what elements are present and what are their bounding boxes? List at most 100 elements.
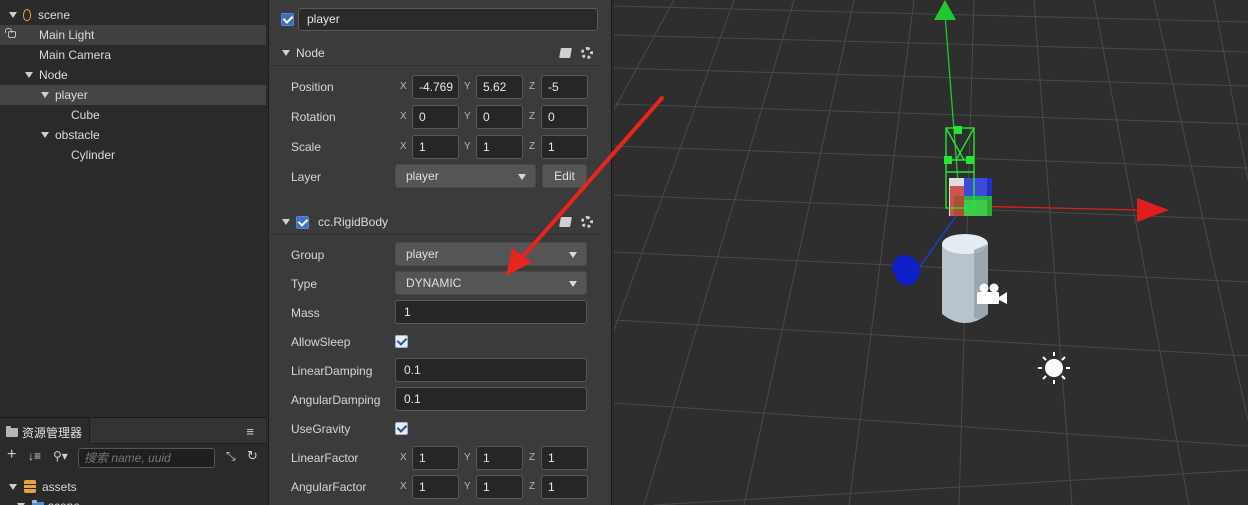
node-active-checkbox[interactable] (281, 13, 294, 26)
tree-item-node[interactable]: Node (0, 65, 266, 85)
scene-viewport[interactable] (614, 0, 1248, 505)
mass-label: Mass (291, 306, 320, 320)
position-y-field[interactable]: 5.62 (476, 75, 523, 99)
rigidbody-enabled-checkbox[interactable] (296, 216, 309, 229)
angular-factor-y-field[interactable]: 1 (476, 475, 523, 499)
sort-icon[interactable]: ↓≡ (28, 449, 41, 463)
database-icon (24, 480, 36, 493)
camera-icon[interactable] (977, 283, 1007, 305)
expand-arrow-icon[interactable] (9, 12, 17, 18)
tree-item-label: Node (39, 68, 68, 82)
rotation-x-field[interactable]: 0 (412, 105, 459, 129)
tree-item-scene[interactable]: scene (0, 5, 266, 25)
assets-panel: 资源管理器 ≡ + ↓≡ ⚲▾ ⤡ ↻ assets scene (0, 417, 266, 505)
hierarchy-panel: scene Main Light Main Camera Node player… (0, 0, 266, 414)
axis-y-label: Y (464, 452, 471, 463)
scale-z-field[interactable]: 1 (541, 135, 588, 159)
rigidbody-section-header[interactable]: cc.RigidBody (268, 209, 600, 235)
sun-icon[interactable] (1038, 352, 1070, 384)
refresh-icon[interactable]: ↻ (247, 448, 258, 464)
angular-factor-z-field[interactable]: 1 (541, 475, 588, 499)
linear-damping-label: LinearDamping (291, 364, 373, 378)
gizmo-y-handle[interactable] (934, 0, 956, 20)
axis-z-label: Z (529, 141, 536, 152)
wireframe-handle[interactable] (966, 156, 974, 164)
expand-arrow-icon[interactable] (41, 132, 49, 138)
tree-item-obstacle[interactable]: obstacle (0, 125, 266, 145)
tree-item-assets[interactable]: assets (0, 477, 266, 497)
type-label: Type (291, 277, 318, 291)
mass-field[interactable]: 1 (395, 300, 587, 324)
gear-icon[interactable] (581, 216, 593, 228)
tree-item-main-camera[interactable]: Main Camera (0, 45, 266, 65)
chevron-down-icon (518, 174, 526, 180)
layer-edit-button[interactable]: Edit (542, 164, 587, 188)
cylinder-shading (974, 244, 988, 319)
type-select[interactable]: DYNAMIC (395, 271, 587, 295)
linear-damping-field[interactable]: 0.1 (395, 358, 587, 382)
expand-arrow-icon[interactable] (41, 92, 49, 98)
axis-y-label: Y (464, 81, 471, 92)
rotation-y-field[interactable]: 0 (476, 105, 523, 129)
linear-factor-z-field[interactable]: 1 (541, 446, 588, 470)
axis-y-label: Y (464, 141, 471, 152)
tree-item-scene-folder[interactable]: scene (0, 496, 266, 505)
grid-lines (614, 0, 1248, 505)
wireframe-handle[interactable] (954, 126, 962, 134)
lock-icon[interactable] (5, 28, 16, 38)
position-x-field[interactable]: -4.769 (412, 75, 459, 99)
search-input[interactable] (78, 448, 215, 468)
expand-arrow-icon[interactable] (25, 72, 33, 78)
allow-sleep-checkbox[interactable] (395, 335, 408, 348)
node-name-field[interactable]: player (298, 8, 598, 31)
axis-y-label: Y (464, 481, 471, 492)
tree-item-label: obstacle (55, 128, 100, 142)
book-icon[interactable] (559, 217, 572, 227)
wireframe-handle[interactable] (944, 156, 952, 164)
tree-item-label: player (55, 88, 88, 102)
tree-item-cube[interactable]: Cube (0, 105, 266, 125)
node-section-header[interactable]: Node (268, 40, 600, 66)
gizmo-z-handle[interactable] (892, 255, 920, 286)
position-z-field[interactable]: -5 (541, 75, 588, 99)
tree-item-cylinder[interactable]: Cylinder (0, 145, 266, 165)
axis-z-label: Z (529, 481, 536, 492)
gear-icon[interactable] (581, 47, 593, 59)
angular-factor-label: AngularFactor (291, 480, 367, 494)
tab-assets[interactable]: 资源管理器 (0, 418, 90, 444)
scale-x-field[interactable]: 1 (412, 135, 459, 159)
scale-y-field[interactable]: 1 (476, 135, 523, 159)
gizmo-y-axis[interactable] (944, 13, 960, 196)
section-title: cc.RigidBody (318, 215, 389, 229)
book-icon[interactable] (559, 48, 572, 58)
scene-canvas[interactable] (614, 0, 1248, 505)
layer-select[interactable]: player (395, 164, 536, 188)
group-select[interactable]: player (395, 242, 587, 266)
search-icon[interactable]: ⚲▾ (53, 449, 68, 463)
gizmo-x-handle[interactable] (1137, 198, 1169, 222)
tree-item-main-light[interactable]: Main Light (0, 25, 266, 45)
tree-item-player[interactable]: player (0, 85, 266, 105)
scale-label: Scale (291, 140, 322, 154)
angular-damping-field[interactable]: 0.1 (395, 387, 587, 411)
linear-factor-x-field[interactable]: 1 (412, 446, 459, 470)
plus-icon[interactable]: + (7, 446, 16, 464)
gizmo-plane-yz[interactable] (950, 186, 964, 216)
axis-x-label: X (400, 481, 407, 492)
collapse-arrow-icon[interactable] (282, 50, 290, 56)
linear-factor-y-field[interactable]: 1 (476, 446, 523, 470)
axis-x-label: X (400, 141, 407, 152)
collapse-arrow-icon[interactable] (282, 219, 290, 225)
expand-arrow-icon[interactable] (9, 484, 17, 490)
tree-item-label: assets (42, 480, 77, 494)
position-label: Position (291, 80, 334, 94)
folder-icon (6, 426, 18, 437)
collapse-icon[interactable]: ⤡ (226, 449, 236, 464)
axis-z-label: Z (529, 452, 536, 463)
use-gravity-checkbox[interactable] (395, 422, 408, 435)
rotation-z-field[interactable]: 0 (541, 105, 588, 129)
tree-item-label: Main Camera (39, 48, 112, 62)
assets-tab-label: 资源管理器 (22, 426, 83, 440)
menu-icon[interactable]: ≡ (246, 424, 254, 439)
angular-factor-x-field[interactable]: 1 (412, 475, 459, 499)
